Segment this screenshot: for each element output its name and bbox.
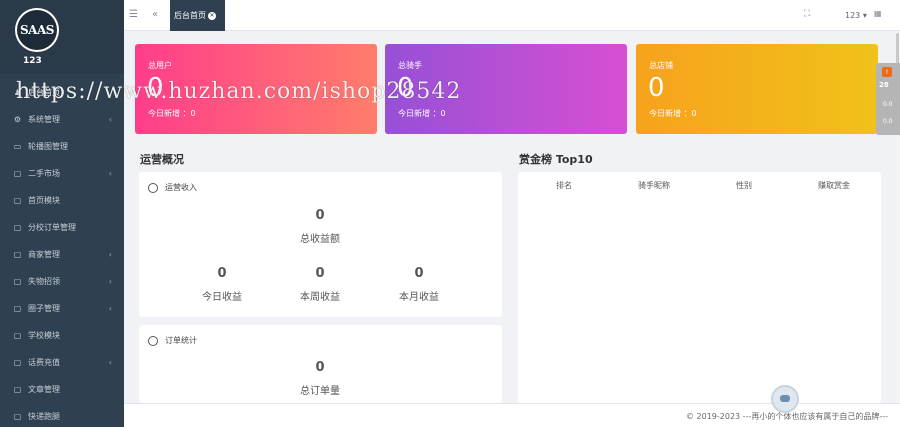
chevron-left-icon: ‹ — [108, 115, 112, 124]
metric-one: 0.0 — [883, 101, 893, 108]
column-header-nickname: 骑手昵称 — [638, 181, 670, 190]
card-sub: 今日新增 ：0 — [148, 109, 196, 118]
column-header-bounty: 赚取赏金 — [818, 181, 850, 190]
revenue-panel: 运营收入 0 总收益额 0 今日收益 0 本周收益 0 本月收益 — [139, 172, 502, 317]
tab-scroll-left-icon[interactable]: « — [152, 9, 158, 20]
today-revenue-value: 0 — [217, 266, 227, 281]
month-revenue-label: 本月收益 — [399, 292, 439, 303]
chevron-left-icon: ‹ — [108, 277, 112, 286]
chevron-left-icon: ‹ — [108, 358, 112, 367]
copy-icon: ▢ — [13, 358, 22, 367]
sidebar-item[interactable]: ▭ 轮播图管理 — [0, 133, 124, 160]
copy-icon: ▢ — [13, 304, 22, 313]
sidebar-item[interactable]: ▢ 快递跑腿 — [0, 403, 124, 427]
topbar: ☰ « 后台首页 ✕ ⛶ 123 ▾ ▦ — [124, 0, 900, 31]
card-sub: 今日新增 ：0 — [649, 109, 697, 118]
sidebar-item[interactable]: ▢ 失物招领 ‹ — [0, 268, 124, 295]
sidebar-item[interactable]: ▢ 学校模块 — [0, 322, 124, 349]
logo: SAAS — [15, 8, 59, 52]
orders-panel: 订单统计 0 总订单量 — [139, 325, 502, 403]
orders-label: 订单统计 — [165, 336, 197, 345]
chevron-left-icon: ‹ — [108, 169, 112, 178]
card-value: 0 — [648, 73, 665, 103]
copy-icon: ▢ — [13, 277, 22, 286]
sidebar-item[interactable]: ▢ 圈子管理 ‹ — [0, 295, 124, 322]
username[interactable]: 123 — [23, 56, 42, 66]
side-status-widget[interactable]: ! 28 0.0 0.0 — [876, 63, 900, 135]
copy-icon: ▢ — [13, 385, 22, 394]
sidebar-menu: ♟ 后台首页 ⚙ 系统管理 ‹ ▭ 轮播图管理 ▢ 二手市场 ‹ ▢ 首页模块 ▢ 分校订单管理 ▢ 商家管理… — [0, 79, 124, 427]
ranking-panel — [518, 172, 881, 403]
theme-icon[interactable]: ▦ — [874, 9, 882, 18]
metric-two: 0.0 — [883, 118, 893, 125]
card-label: 总店铺 — [649, 61, 673, 70]
copy-icon: ▢ — [13, 196, 22, 205]
logo-text: SAAS — [17, 10, 57, 50]
orders-total-label: 总订单量 — [300, 386, 340, 397]
operations-title: 运营概况 — [140, 153, 184, 166]
ranking-title: 赏金榜 Top10 — [519, 153, 593, 166]
sidebar-item-label: 二手市场 — [28, 169, 60, 178]
sidebar-item[interactable]: ▢ 二手市场 ‹ — [0, 160, 124, 187]
copy-icon: ▢ — [13, 223, 22, 232]
column-header-gender: 性别 — [736, 181, 752, 190]
tab-close-icon[interactable]: ✕ — [208, 11, 216, 20]
sidebar-item-label: 商家管理 — [28, 250, 60, 259]
sidebar-item[interactable]: ▢ 分校订单管理 — [0, 214, 124, 241]
orders-header: 订单统计 — [148, 335, 197, 346]
monitor-icon: ▭ — [13, 142, 22, 151]
user-menu[interactable]: 123 ▾ — [845, 11, 867, 20]
week-revenue-value: 0 — [315, 266, 325, 281]
sidebar: SAAS 123 ♟ 后台首页 ⚙ 系统管理 ‹ ▭ 轮播图管理 ▢ 二手市场 ‹ ▢ 首页模块 ▢ 分校… — [0, 0, 124, 427]
card-label: 总用户 — [148, 61, 172, 70]
sidebar-item-label: 分校订单管理 — [28, 223, 76, 232]
sidebar-item-label: 首页模块 — [28, 196, 60, 205]
sidebar-item-label: 失物招领 — [28, 277, 60, 286]
sidebar-item[interactable]: ▢ 话费充值 ‹ — [0, 349, 124, 376]
temperature-value: 28 — [879, 81, 889, 89]
today-revenue-label: 今日收益 — [202, 292, 242, 303]
week-revenue-label: 本周收益 — [300, 292, 340, 303]
total-revenue-label: 总收益额 — [300, 234, 340, 245]
chat-robot-icon[interactable] — [771, 385, 799, 413]
sidebar-item[interactable]: ⚙ 系统管理 ‹ — [0, 106, 124, 133]
sidebar-item-label: 快递跑腿 — [28, 412, 60, 421]
watermark-text: https://www.huzhan.com/ishop28542 — [16, 79, 462, 104]
sidebar-item-label: 话费充值 — [28, 358, 60, 367]
total-revenue-value: 0 — [315, 208, 325, 223]
alert-icon: ! — [882, 67, 892, 77]
card-label: 总骑手 — [398, 61, 422, 70]
month-revenue-value: 0 — [414, 266, 424, 281]
tab-label: 后台首页 — [174, 11, 206, 20]
sidebar-item-label: 文章管理 — [28, 385, 60, 394]
copy-icon: ▢ — [13, 169, 22, 178]
sidebar-item[interactable]: ▢ 文章管理 — [0, 376, 124, 403]
sidebar-item-label: 学校模块 — [28, 331, 60, 340]
copy-icon: ▢ — [13, 250, 22, 259]
card-sub: 今日新增 ：0 — [398, 109, 446, 118]
fullscreen-icon[interactable]: ⛶ — [804, 9, 810, 19]
column-header-rank: 排名 — [556, 181, 572, 190]
menu-toggle-icon[interactable]: ☰ — [129, 9, 138, 20]
sidebar-item-label: 圈子管理 — [28, 304, 60, 313]
sidebar-item[interactable]: ▢ 商家管理 ‹ — [0, 241, 124, 268]
sidebar-item[interactable]: ▢ 首页模块 — [0, 187, 124, 214]
copy-icon: ▢ — [13, 331, 22, 340]
chevron-left-icon: ‹ — [108, 250, 112, 259]
card-total-shops: 总店铺 0 今日新增 ：0 — [636, 44, 878, 134]
orders-icon — [148, 335, 158, 346]
sidebar-item-label: 轮播图管理 — [28, 142, 68, 151]
revenue-label: 运营收入 — [165, 183, 197, 192]
tab-home[interactable]: 后台首页 ✕ — [170, 0, 225, 31]
sidebar-brand: SAAS 123 — [0, 0, 124, 74]
copy-icon: ▢ — [13, 412, 22, 421]
revenue-header: 运营收入 — [148, 182, 197, 193]
revenue-icon — [148, 182, 158, 193]
gears-icon: ⚙ — [13, 115, 22, 124]
chevron-left-icon: ‹ — [108, 304, 112, 313]
sidebar-item-label: 系统管理 — [28, 115, 60, 124]
orders-value: 0 — [315, 360, 325, 375]
